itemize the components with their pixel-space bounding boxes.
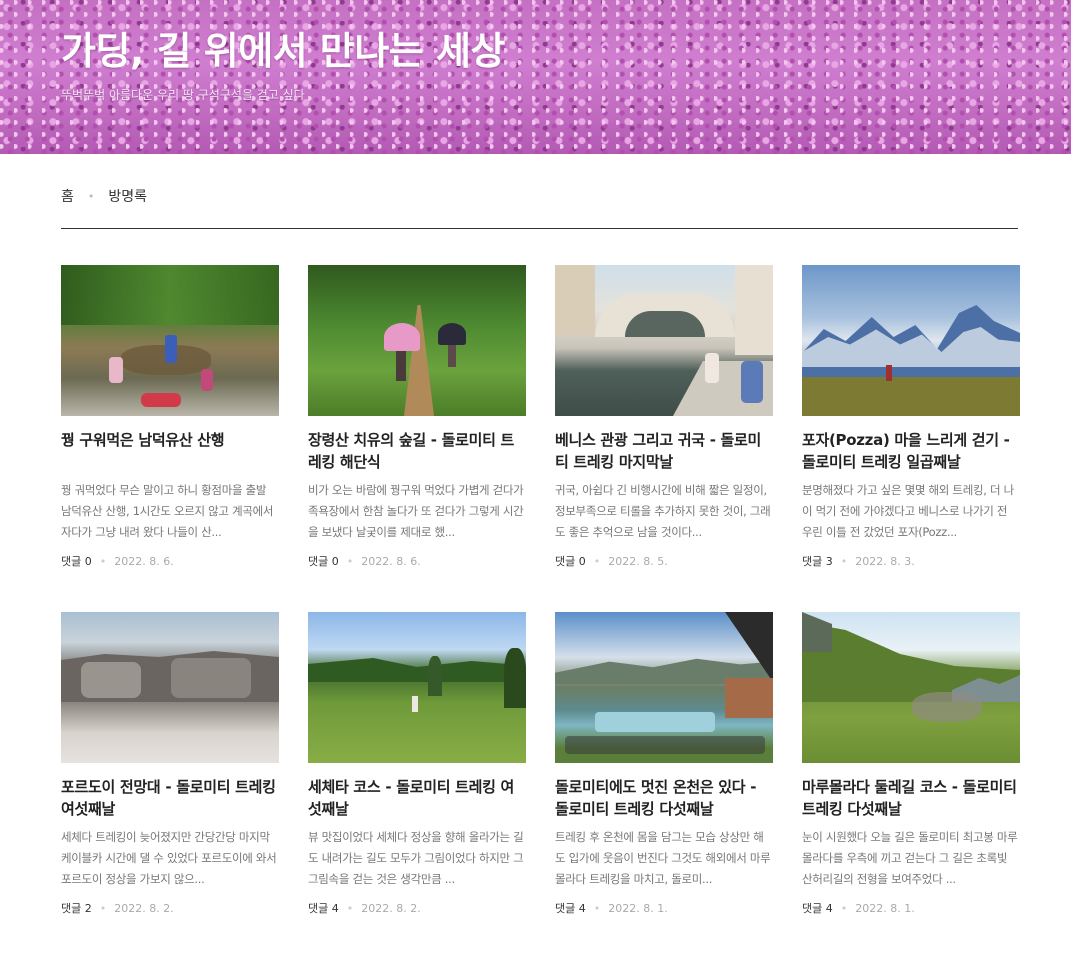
post-title[interactable]: 포르도이 전망대 - 돌로미티 트레킹 여섯째날 [61, 776, 279, 820]
post-card[interactable]: 포르도이 전망대 - 돌로미티 트레킹 여섯째날 세체다 트레킹이 늦어졌지만 … [61, 612, 279, 959]
post-grid: 꿩 구워먹은 남덕유산 산행 꿩 궈먹었다 무슨 말이고 하니 황점마을 출발 … [61, 265, 1020, 959]
post-date: 2022. 8. 5. [608, 554, 668, 568]
post-meta: 댓글 0 • 2022. 8. 6. [61, 553, 279, 569]
post-title[interactable]: 장령산 치유의 숲길 - 돌로미티 트레킹 해단식 [308, 429, 526, 473]
post-thumbnail[interactable] [555, 612, 773, 763]
post-thumbnail[interactable] [61, 612, 279, 763]
post-date: 2022. 8. 1. [608, 901, 668, 915]
post-excerpt: 꿩 궈먹었다 무슨 말이고 하니 황점마을 출발 남덕유산 산행, 1시간도 오… [61, 483, 274, 539]
meta-separator: • [840, 554, 848, 568]
post-meta: 댓글 4 • 2022. 8. 2. [308, 900, 526, 916]
post-date: 2022. 8. 2. [114, 901, 174, 915]
post-comments-count[interactable]: 댓글 3 [802, 553, 833, 569]
post-comments-count[interactable]: 댓글 2 [61, 900, 92, 916]
post-card[interactable]: 베니스 관광 그리고 귀국 - 돌로미티 트레킹 마지막날 귀국, 아쉽다 긴 … [555, 265, 773, 612]
post-card[interactable]: 포자(Pozza) 마을 느리게 걷기 - 돌로미티 트레킹 일곱째날 분명해졌… [802, 265, 1020, 612]
post-thumbnail[interactable] [61, 265, 279, 416]
post-title[interactable]: 마루몰라다 둘레길 코스 - 돌로미티 트레킹 다섯째날 [802, 776, 1020, 820]
site-title[interactable]: 가딩, 길 위에서 만나는 세상 [61, 20, 505, 75]
post-date: 2022. 8. 1. [855, 901, 915, 915]
post-excerpt: 뷰 맛집이었다 세체다 정상을 향해 올라가는 길도 내려가는 길도 모두가 그… [308, 830, 524, 886]
post-date: 2022. 8. 6. [114, 554, 174, 568]
post-thumbnail[interactable] [555, 265, 773, 416]
post-excerpt: 세체다 트레킹이 늦어졌지만 간당간당 마지막 케이블카 시간에 댈 수 있었다… [61, 830, 277, 886]
meta-separator: • [99, 901, 107, 915]
post-comments-count[interactable]: 댓글 0 [61, 553, 92, 569]
nav-guestbook-link[interactable]: 방명록 [108, 186, 147, 208]
nav-home-link[interactable]: 홈 [61, 186, 74, 208]
post-card[interactable]: 마루몰라다 둘레길 코스 - 돌로미티 트레킹 다섯째날 눈이 시원했다 오늘 … [802, 612, 1020, 959]
post-card[interactable]: 꿩 구워먹은 남덕유산 산행 꿩 궈먹었다 무슨 말이고 하니 황점마을 출발 … [61, 265, 279, 612]
post-excerpt: 트레킹 후 온천에 몸을 담그는 모습 상상만 해도 입가에 웃음이 번진다 그… [555, 830, 771, 886]
post-date: 2022. 8. 2. [361, 901, 421, 915]
post-title[interactable]: 꿩 구워먹은 남덕유산 산행 [61, 429, 279, 473]
post-thumbnail[interactable] [308, 265, 526, 416]
post-meta: 댓글 4 • 2022. 8. 1. [555, 900, 773, 916]
post-comments-count[interactable]: 댓글 0 [555, 553, 586, 569]
post-date: 2022. 8. 6. [361, 554, 421, 568]
nav-separator: • [87, 190, 95, 203]
site-subtitle: 뚜벅뚜벅 아름다운 우리 땅 구석구석을 걷고 싶다 [61, 88, 305, 102]
post-meta: 댓글 4 • 2022. 8. 1. [802, 900, 1020, 916]
meta-separator: • [593, 554, 601, 568]
meta-separator: • [346, 901, 354, 915]
post-excerpt: 귀국, 아쉽다 긴 비행시간에 비해 짧은 일정이, 정보부족으로 티롤을 추가… [555, 483, 771, 539]
post-thumbnail[interactable] [802, 612, 1020, 763]
meta-separator: • [346, 554, 354, 568]
post-card[interactable]: 돌로미티에도 멋진 온천은 있다 - 돌로미티 트레킹 다섯째날 트레킹 후 온… [555, 612, 773, 959]
site-header-banner: 가딩, 길 위에서 만나는 세상 뚜벅뚜벅 아름다운 우리 땅 구석구석을 걷고… [0, 0, 1071, 154]
post-thumbnail[interactable] [802, 265, 1020, 416]
post-meta: 댓글 0 • 2022. 8. 5. [555, 553, 773, 569]
post-card[interactable]: 장령산 치유의 숲길 - 돌로미티 트레킹 해단식 비가 오는 바람에 꿩구워 … [308, 265, 526, 612]
post-excerpt: 눈이 시원했다 오늘 길은 돌로미티 최고봉 마루몰라다를 우측에 끼고 걷는다… [802, 830, 1018, 886]
post-date: 2022. 8. 3. [855, 554, 915, 568]
post-meta: 댓글 0 • 2022. 8. 6. [308, 553, 526, 569]
post-excerpt: 비가 오는 바람에 꿩구워 먹었다 가볍게 걷다가 족욕장에서 한참 놀다가 또… [308, 483, 524, 539]
post-comments-count[interactable]: 댓글 4 [802, 900, 833, 916]
post-comments-count[interactable]: 댓글 4 [555, 900, 586, 916]
meta-separator: • [593, 901, 601, 915]
post-title[interactable]: 돌로미티에도 멋진 온천은 있다 - 돌로미티 트레킹 다섯째날 [555, 776, 773, 820]
post-title[interactable]: 포자(Pozza) 마을 느리게 걷기 - 돌로미티 트레킹 일곱째날 [802, 429, 1020, 473]
post-comments-count[interactable]: 댓글 4 [308, 900, 339, 916]
post-meta: 댓글 2 • 2022. 8. 2. [61, 900, 279, 916]
post-excerpt: 분명해졌다 가고 싶은 몇몇 해외 트레킹, 더 나이 먹기 전에 가야겠다고 … [802, 483, 1014, 539]
main-nav: 홈 • 방명록 [61, 186, 1018, 229]
post-comments-count[interactable]: 댓글 0 [308, 553, 339, 569]
meta-separator: • [840, 901, 848, 915]
post-title[interactable]: 세체타 코스 - 돌로미티 트레킹 여섯째날 [308, 776, 526, 820]
post-title[interactable]: 베니스 관광 그리고 귀국 - 돌로미티 트레킹 마지막날 [555, 429, 773, 473]
meta-separator: • [99, 554, 107, 568]
post-card[interactable]: 세체타 코스 - 돌로미티 트레킹 여섯째날 뷰 맛집이었다 세체다 정상을 향… [308, 612, 526, 959]
post-meta: 댓글 3 • 2022. 8. 3. [802, 553, 1020, 569]
post-thumbnail[interactable] [308, 612, 526, 763]
